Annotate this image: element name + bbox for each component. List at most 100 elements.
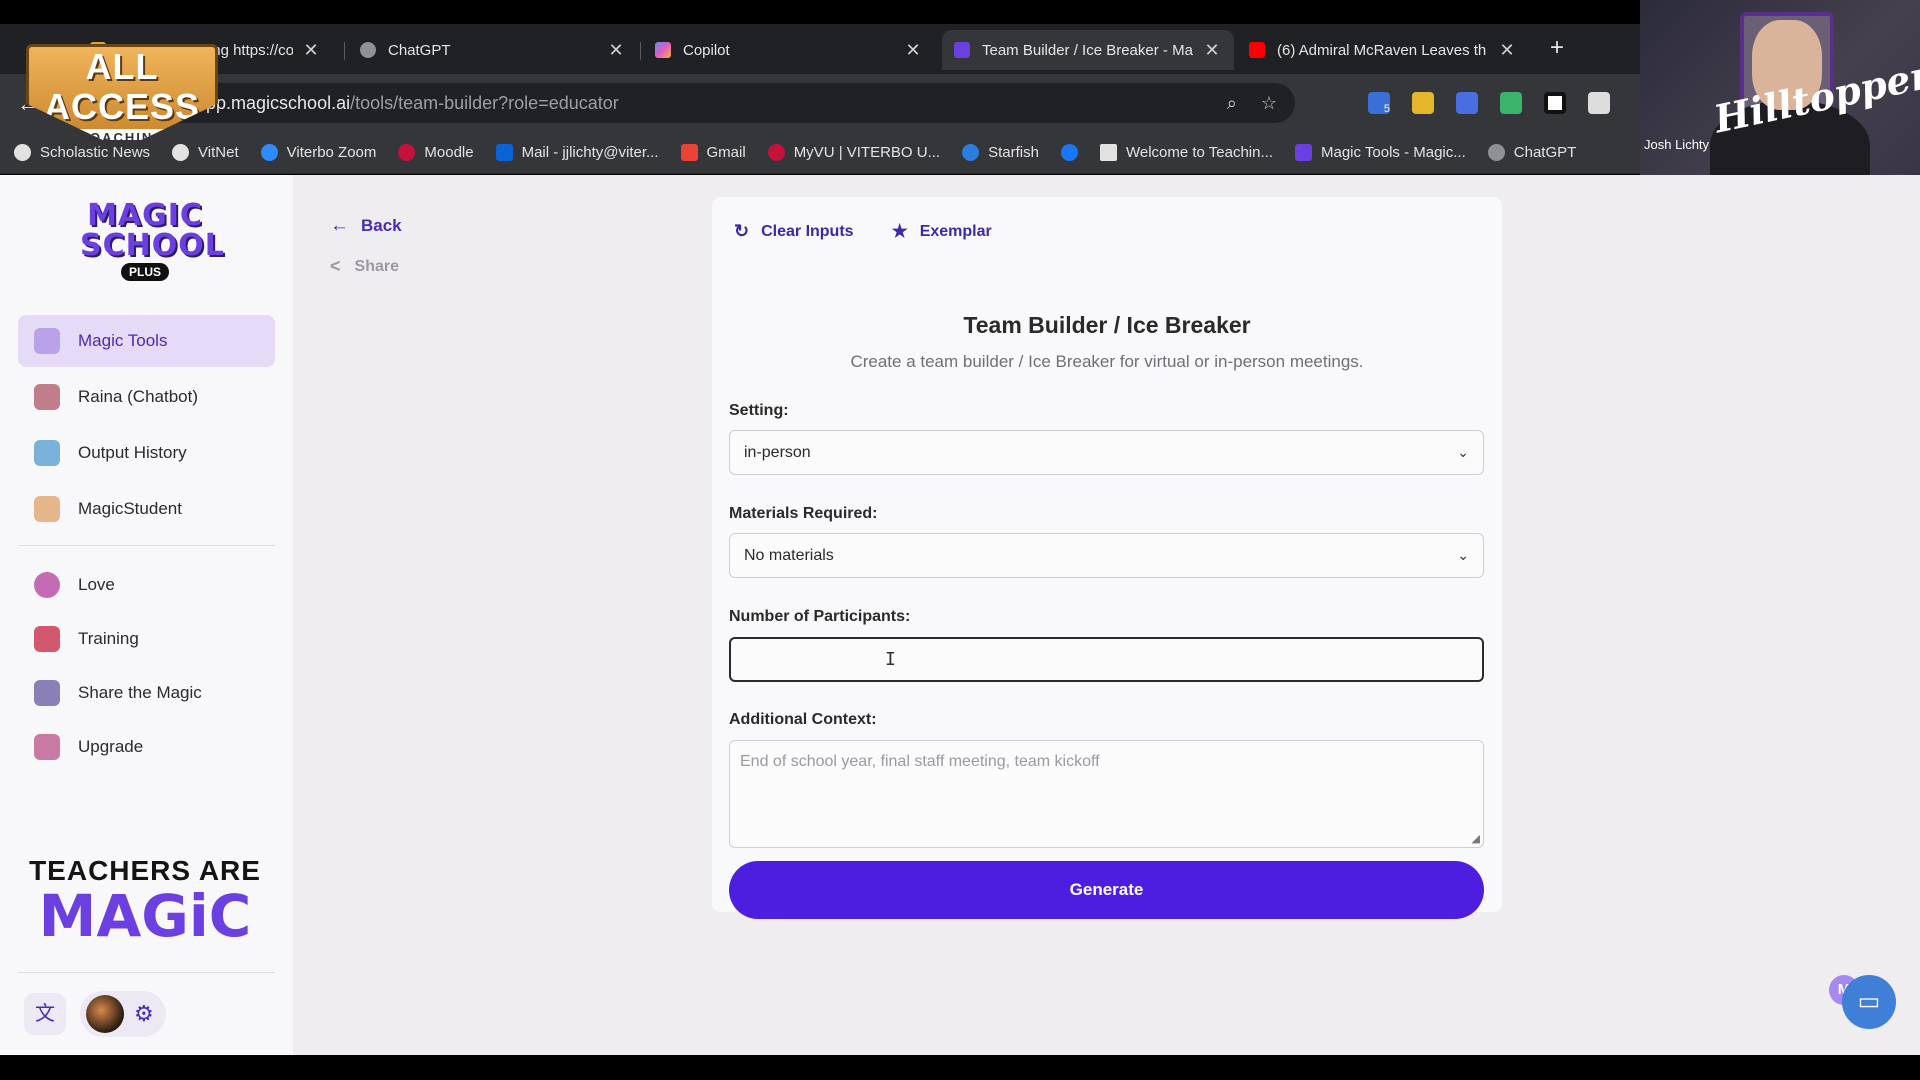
clear-inputs-button[interactable]: ↻ Clear Inputs bbox=[734, 221, 854, 242]
tool-form-card: ↻ Clear Inputs ★ Exemplar Team Builder /… bbox=[712, 197, 1502, 919]
logo-word1: MAGIC bbox=[87, 198, 203, 233]
close-icon[interactable]: ✕ bbox=[1497, 40, 1517, 61]
exemplar-label: Exemplar bbox=[919, 222, 992, 240]
gear-icon[interactable]: ⚙ bbox=[134, 1001, 154, 1027]
starfish-icon bbox=[962, 144, 980, 161]
sidebar-menu: Magic Tools Raina (Chatbot) Output Histo… bbox=[18, 315, 275, 776]
sparkle-icon bbox=[34, 680, 60, 706]
bookmark-label: ChatGPT bbox=[1513, 144, 1577, 161]
sidebar-item-upgrade[interactable]: Upgrade bbox=[18, 722, 275, 772]
refresh-icon: ↻ bbox=[734, 221, 750, 241]
extension-icon[interactable] bbox=[1544, 92, 1566, 114]
new-tab-button[interactable]: + bbox=[1543, 34, 1571, 62]
setting-select[interactable]: in-person ⌄ bbox=[729, 430, 1484, 475]
tab-separator bbox=[344, 42, 345, 60]
share-label: Share bbox=[354, 257, 399, 275]
sidebar-item-magicstudent[interactable]: MagicStudent bbox=[18, 483, 275, 535]
sidebar-item-share-the-magic[interactable]: Share the Magic bbox=[18, 668, 275, 718]
materials-value: No materials bbox=[744, 546, 834, 564]
page-subtitle: Create a team builder / Ice Breaker for … bbox=[850, 352, 1364, 371]
extension-icon[interactable] bbox=[1588, 92, 1610, 114]
chevron-down-icon: ⌄ bbox=[1457, 444, 1469, 460]
chatgpt-favicon-icon bbox=[360, 42, 376, 58]
sidebar-item-love[interactable]: Love bbox=[18, 560, 275, 610]
youtube-favicon-icon bbox=[1249, 42, 1265, 58]
bookmark-magic-tools[interactable]: Magic Tools - Magic... bbox=[1295, 144, 1466, 161]
close-icon[interactable]: ✕ bbox=[606, 40, 626, 61]
share-link[interactable]: < Share bbox=[330, 256, 399, 277]
materials-label: Materials Required: bbox=[729, 505, 878, 522]
share-icon: < bbox=[330, 256, 341, 276]
chat-support-button[interactable]: ▭ bbox=[1842, 975, 1896, 1029]
generate-button[interactable]: Generate bbox=[729, 861, 1484, 919]
chevron-down-icon: ⌄ bbox=[1457, 547, 1469, 563]
url-host: app.magicschool.ai bbox=[196, 93, 351, 113]
setting-label: Setting: bbox=[729, 402, 789, 419]
bookmark-welcome-teaching[interactable]: Welcome to Teachin... bbox=[1099, 144, 1273, 161]
bookmark-label: Moodle bbox=[424, 144, 474, 161]
user-menu[interactable]: ⚙ bbox=[80, 991, 166, 1037]
bookmark-viterbo-zoom[interactable]: Viterbo Zoom bbox=[260, 144, 376, 161]
tab-team-builder[interactable]: Team Builder / Ice Breaker - Ma ✕ bbox=[942, 30, 1234, 70]
setting-value: in-person bbox=[744, 443, 811, 461]
resize-handle-icon[interactable]: ◢ bbox=[1472, 832, 1480, 845]
globe-icon bbox=[172, 144, 190, 161]
back-link[interactable]: ← Back bbox=[330, 215, 402, 237]
sidebar-item-label: MagicStudent bbox=[78, 499, 182, 518]
sidebar-divider bbox=[18, 545, 275, 546]
bookmark-label: MyVU | VITERBO U... bbox=[793, 144, 941, 161]
bookmark-myvu[interactable]: MyVU | VITERBO U... bbox=[767, 144, 941, 161]
zoom-icon[interactable]: ⌕ bbox=[1227, 83, 1237, 123]
materials-select[interactable]: No materials ⌄ bbox=[729, 533, 1484, 578]
sidebar-divider bbox=[18, 972, 275, 973]
sidebar-item-output-history[interactable]: Output History bbox=[18, 427, 275, 479]
sidebar-item-training[interactable]: Training bbox=[18, 614, 275, 664]
close-icon[interactable]: ✕ bbox=[903, 40, 923, 61]
close-icon[interactable]: ✕ bbox=[1202, 40, 1222, 61]
bookmark-starfish[interactable]: Starfish bbox=[962, 144, 1039, 161]
form-toolbar: ↻ Clear Inputs ★ Exemplar bbox=[734, 221, 992, 242]
screen: ALand Coaching https://copilot. ✕ ChatGP… bbox=[0, 0, 1920, 1080]
sidebar-item-raina[interactable]: Raina (Chatbot) bbox=[18, 371, 275, 423]
context-label: Additional Context: bbox=[729, 711, 877, 728]
moodle-icon bbox=[398, 144, 416, 161]
bookmark-moodle[interactable]: Moodle bbox=[398, 144, 474, 161]
tab-copilot[interactable]: Copilot ✕ bbox=[643, 30, 935, 70]
bookmark-gmail[interactable]: Gmail bbox=[680, 144, 746, 161]
bunny-icon bbox=[34, 496, 60, 522]
bookmark-label: Welcome to Teachin... bbox=[1125, 144, 1273, 161]
sidebar-item-label: Love bbox=[78, 575, 115, 594]
translate-icon[interactable]: 文 bbox=[24, 993, 66, 1035]
bookmark-label: Mail - jjlichty@viter... bbox=[521, 144, 659, 161]
bookmark-facebook[interactable] bbox=[1060, 144, 1078, 161]
url-field[interactable]: app.magicschool.ai/tools/team-builder?ro… bbox=[60, 83, 1295, 123]
back-label: Back bbox=[361, 216, 402, 235]
avatar[interactable] bbox=[86, 995, 124, 1033]
context-textarea[interactable]: End of school year, final staff meeting,… bbox=[729, 740, 1484, 848]
extension-icon[interactable] bbox=[1456, 92, 1478, 114]
zoom-icon bbox=[260, 144, 278, 161]
plus-badge: PLUS bbox=[120, 263, 169, 281]
participants-input[interactable]: I bbox=[729, 637, 1484, 682]
close-icon[interactable]: ✕ bbox=[301, 40, 321, 61]
tab-youtube[interactable]: (6) Admiral McRaven Leaves th ✕ bbox=[1237, 30, 1529, 70]
sidebar-item-magic-tools[interactable]: Magic Tools bbox=[18, 315, 275, 367]
bookmark-star-icon[interactable]: ☆ bbox=[1261, 83, 1277, 123]
tab-title: Copilot bbox=[683, 41, 730, 59]
sidebar-item-label: Training bbox=[78, 629, 139, 648]
sidebar-item-label: Magic Tools bbox=[78, 331, 168, 350]
arrow-left-icon: ← bbox=[330, 215, 349, 236]
tab-chatgpt[interactable]: ChatGPT ✕ bbox=[348, 30, 638, 70]
bookmark-scholastic-news[interactable]: Scholastic News bbox=[14, 144, 150, 161]
exemplar-button[interactable]: ★ Exemplar bbox=[892, 221, 992, 242]
bookmark-mail[interactable]: Mail - jjlichty@viter... bbox=[495, 144, 659, 161]
sidebar-item-label: Share the Magic bbox=[78, 683, 202, 702]
magicschool-logo[interactable]: MAGIC SCHOOL PLUS bbox=[80, 198, 224, 281]
extension-icon[interactable] bbox=[1500, 92, 1522, 114]
extension-icon[interactable]: 5 bbox=[1368, 92, 1390, 115]
extension-icon[interactable] bbox=[1412, 92, 1434, 114]
webcam-nameplate: Josh Lichty bbox=[1644, 137, 1710, 152]
bookmark-chatgpt[interactable]: ChatGPT bbox=[1487, 144, 1577, 161]
bookmark-vitnet[interactable]: VitNet bbox=[172, 144, 239, 161]
extensions-row: 5 bbox=[1368, 92, 1610, 115]
